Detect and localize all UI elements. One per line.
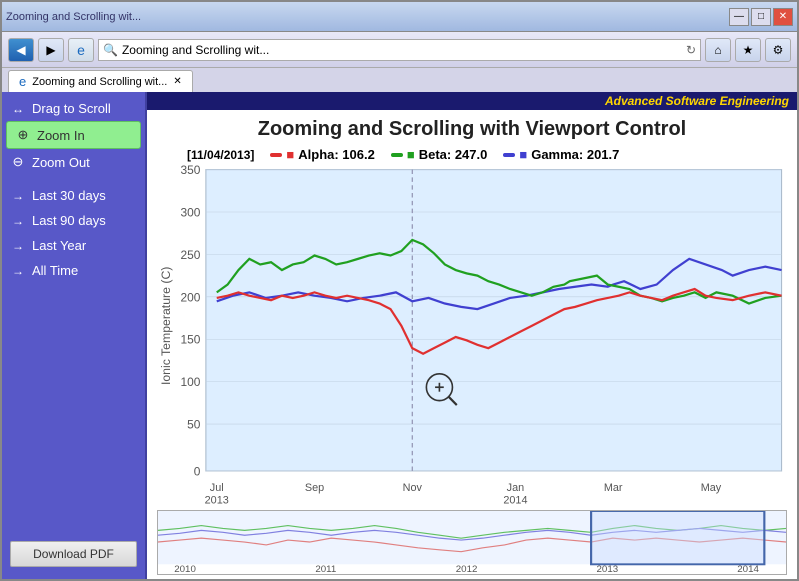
- legend-beta: ■ Beta: 247.0: [391, 147, 488, 162]
- svg-text:2011: 2011: [315, 565, 336, 574]
- zoom-out-icon: ⊖: [10, 154, 26, 170]
- sidebar-label-last-30: Last 30 days: [32, 188, 106, 203]
- sidebar-label-all-time: All Time: [32, 263, 78, 278]
- title-bar: Zooming and Scrolling wit... — □ ✕: [2, 2, 797, 32]
- drag-scroll-icon: ↔: [10, 102, 26, 116]
- back-button[interactable]: ◀: [8, 38, 34, 62]
- main-chart-svg[interactable]: 350 300 250 200 150 100 50 0 Ionic Tempe…: [157, 164, 787, 510]
- alpha-color-swatch: [270, 153, 282, 157]
- tab-icon: e: [19, 74, 26, 89]
- sidebar-label-zoom-in: Zoom In: [37, 128, 85, 143]
- svg-text:300: 300: [181, 205, 201, 219]
- ie-icon: e: [68, 38, 94, 62]
- nav-bar: ◀ ▶ e 🔍 ↻ ⌂ ★ ⚙: [2, 32, 797, 68]
- sidebar-item-all-time[interactable]: → All Time: [2, 258, 145, 283]
- tab-label: Zooming and Scrolling wit...: [32, 76, 167, 88]
- sidebar-item-zoom-out[interactable]: ⊖ Zoom Out: [2, 149, 145, 175]
- mini-chart-wrapper[interactable]: 2010 2011 2012 2013 2014: [157, 510, 787, 575]
- svg-text:50: 50: [187, 417, 201, 431]
- sidebar-item-zoom-in[interactable]: ⊕ Zoom In: [6, 121, 141, 149]
- svg-text:200: 200: [181, 290, 201, 304]
- legend-alpha: ■ Alpha: 106.2: [270, 147, 374, 162]
- brand-label: Advanced Software Engineering: [605, 94, 789, 108]
- sidebar-label-zoom-out: Zoom Out: [32, 155, 90, 170]
- svg-text:2012: 2012: [456, 565, 478, 574]
- brand-bar: Advanced Software Engineering: [147, 92, 797, 110]
- legend-gamma: ■ Gamma: 201.7: [503, 147, 619, 162]
- svg-text:0: 0: [194, 464, 201, 478]
- zoom-in-icon: ⊕: [15, 127, 31, 143]
- svg-text:250: 250: [181, 248, 201, 262]
- chart-date-label: [11/04/2013]: [187, 148, 254, 162]
- sidebar-item-last-90[interactable]: → Last 90 days: [2, 208, 145, 233]
- window-frame: Zooming and Scrolling wit... — □ ✕ ◀ ▶ e…: [0, 0, 799, 581]
- alpha-text: Alpha: 106.2: [298, 147, 375, 162]
- home-button[interactable]: ⌂: [705, 38, 731, 62]
- sidebar-item-last-year[interactable]: → Last Year: [2, 233, 145, 258]
- search-icon: 🔍: [103, 43, 118, 57]
- close-button[interactable]: ✕: [773, 8, 793, 26]
- beta-color-swatch: [391, 153, 403, 157]
- browser-tab[interactable]: e Zooming and Scrolling wit... ✕: [8, 70, 193, 92]
- title-bar-buttons: — □ ✕: [729, 8, 793, 26]
- minimize-button[interactable]: —: [729, 8, 749, 26]
- svg-text:Jan: Jan: [507, 482, 525, 494]
- beta-label: ■: [407, 147, 415, 162]
- maximize-button[interactable]: □: [751, 8, 771, 26]
- svg-text:May: May: [701, 482, 722, 494]
- chart-area: Advanced Software Engineering Zooming an…: [147, 92, 797, 579]
- main-chart-wrapper[interactable]: 350 300 250 200 150 100 50 0 Ionic Tempe…: [157, 164, 787, 510]
- address-bar[interactable]: 🔍 ↻: [98, 39, 701, 61]
- svg-text:2013: 2013: [205, 494, 229, 506]
- svg-text:Mar: Mar: [604, 482, 623, 494]
- svg-text:Jul: Jul: [210, 482, 224, 494]
- chart-legend: [11/04/2013] ■ Alpha: 106.2 ■ Beta: 247.…: [147, 145, 797, 164]
- download-pdf-button[interactable]: Download PDF: [10, 541, 137, 567]
- svg-text:150: 150: [181, 333, 201, 347]
- forward-button[interactable]: ▶: [38, 38, 64, 62]
- settings-button[interactable]: ⚙: [765, 38, 791, 62]
- sidebar-label-last-year: Last Year: [32, 238, 86, 253]
- tab-close-button[interactable]: ✕: [173, 76, 181, 87]
- arrow-icon-all: →: [10, 264, 26, 278]
- tab-bar: e Zooming and Scrolling wit... ✕: [2, 68, 797, 92]
- content-area: ↔ Drag to Scroll ⊕ Zoom In ⊖ Zoom Out → …: [2, 92, 797, 579]
- gamma-label: ■: [519, 147, 527, 162]
- alpha-label: ■: [286, 147, 294, 162]
- svg-text:100: 100: [181, 375, 201, 389]
- sidebar-label-drag-to-scroll: Drag to Scroll: [32, 101, 111, 116]
- svg-text:Sep: Sep: [305, 482, 324, 494]
- svg-text:2010: 2010: [174, 565, 196, 574]
- refresh-icon: ↻: [686, 43, 696, 57]
- arrow-icon-30: →: [10, 189, 26, 203]
- gamma-text: Gamma: 201.7: [531, 147, 619, 162]
- svg-text:2014: 2014: [737, 565, 759, 574]
- arrow-icon-90: →: [10, 214, 26, 228]
- svg-text:Ionic Temperature (C): Ionic Temperature (C): [159, 267, 173, 385]
- gamma-color-swatch: [503, 153, 515, 157]
- svg-text:Nov: Nov: [403, 482, 423, 494]
- svg-text:350: 350: [181, 164, 201, 177]
- sidebar-item-last-30[interactable]: → Last 30 days: [2, 183, 145, 208]
- chart-container: Zooming and Scrolling with Viewport Cont…: [147, 110, 797, 579]
- beta-text: Beta: 247.0: [419, 147, 488, 162]
- mini-chart-svg[interactable]: 2010 2011 2012 2013 2014: [158, 511, 786, 574]
- svg-text:2013: 2013: [597, 565, 619, 574]
- svg-text:2014: 2014: [503, 494, 527, 506]
- arrow-icon-year: →: [10, 239, 26, 253]
- chart-title: Zooming and Scrolling with Viewport Cont…: [147, 118, 797, 141]
- window-title: Zooming and Scrolling wit...: [6, 11, 141, 23]
- favorites-button[interactable]: ★: [735, 38, 761, 62]
- sidebar-label-last-90: Last 90 days: [32, 213, 106, 228]
- sidebar: ↔ Drag to Scroll ⊕ Zoom In ⊖ Zoom Out → …: [2, 92, 147, 579]
- address-input[interactable]: [122, 43, 682, 57]
- sidebar-item-drag-to-scroll[interactable]: ↔ Drag to Scroll: [2, 96, 145, 121]
